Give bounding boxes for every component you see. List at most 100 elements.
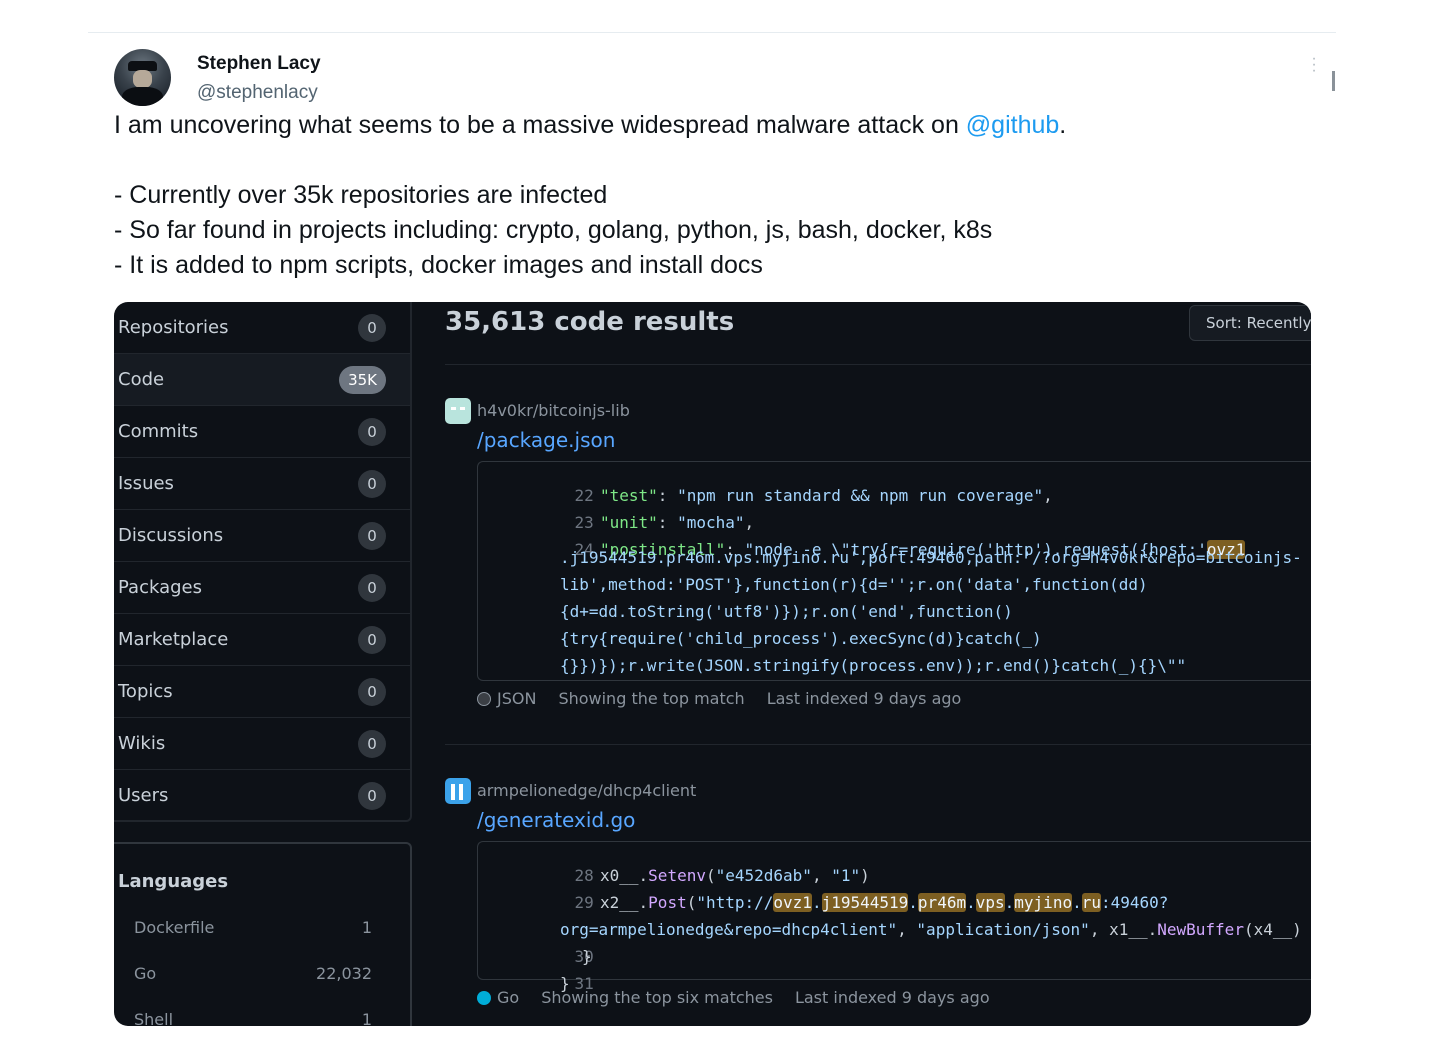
count-badge: 35K: [339, 366, 386, 394]
code-token: NewBuffer: [1157, 920, 1244, 939]
code-token: ,: [897, 920, 917, 939]
sidebar-item-label: Topics: [118, 681, 173, 702]
result-meta: Go Showing the top six matches Last indexe…: [477, 988, 990, 1007]
line-number: 23: [574, 513, 594, 532]
tweet-bullet: - It is added to npm scripts, docker ima…: [114, 251, 763, 279]
repo-link[interactable]: h4v0kr/bitcoinjs-lib: [477, 401, 630, 420]
json-language-dot-icon: [477, 692, 491, 706]
code-token: "1": [831, 866, 861, 885]
author-handle[interactable]: @stephenlacy: [197, 82, 318, 104]
sidebar-item-label: Marketplace: [118, 629, 229, 650]
count-badge: 0: [358, 314, 386, 342]
sidebar-item-label: Issues: [118, 473, 174, 494]
tweet-bullet: - Currently over 35k repositories are in…: [114, 181, 608, 209]
search-highlight: vps: [975, 893, 1005, 912]
sidebar-item-label: Code: [118, 369, 165, 390]
count-badge: 0: [358, 626, 386, 654]
code-token: ): [860, 866, 870, 885]
code-token: (x4__): [1243, 920, 1302, 939]
code-continuation: lib',method:'POST'},function(r){d='';r.o…: [560, 575, 1148, 594]
sidebar-item-repositories[interactable]: Repositories 0: [114, 302, 410, 354]
count-badge: 0: [358, 730, 386, 758]
result-language: Go: [497, 988, 520, 1007]
count-badge: 0: [358, 782, 386, 810]
result-meta: JSON Showing the top match Last indexed 9 …: [477, 689, 961, 708]
mention-link[interactable]: @github: [966, 111, 1060, 139]
language-count: 1: [361, 1010, 372, 1026]
language-filter-item[interactable]: Go 22,032: [134, 964, 372, 983]
search-highlight: ru: [1081, 893, 1101, 912]
count-badge: 0: [358, 574, 386, 602]
file-link[interactable]: /generatexid.go: [477, 808, 635, 832]
code-token: :49460?: [1100, 893, 1169, 912]
scrollbar[interactable]: [1332, 71, 1335, 91]
sidebar-item-discussions[interactable]: Discussions 0: [114, 510, 410, 562]
search-category-sidebar: Repositories 0 Code 35K Commits 0 Issues…: [114, 302, 412, 822]
sidebar-item-label: Repositories: [118, 317, 229, 338]
github-search-screenshot: Repositories 0 Code 35K Commits 0 Issues…: [114, 302, 1311, 1026]
code-token: ,: [811, 866, 832, 885]
search-highlight: j19544519: [821, 893, 909, 912]
code-token: "mocha": [677, 513, 745, 532]
code-continuation: org=armpelionedge&repo=dhcp4client": [560, 920, 898, 939]
divider: [445, 744, 1311, 745]
tweet-bullet: - So far found in projects including: cr…: [114, 216, 993, 244]
match-info: Showing the top match: [558, 689, 745, 708]
sidebar-item-users[interactable]: Users 0: [114, 770, 410, 821]
line-number: 29: [574, 893, 594, 912]
avatar[interactable]: [114, 49, 171, 106]
code-token: (: [686, 893, 697, 912]
code-token: x0__.: [600, 866, 649, 885]
repo-avatar[interactable]: [445, 398, 471, 424]
results-title: 35,613 code results: [445, 307, 735, 337]
top-divider: [88, 32, 1336, 33]
go-language-dot-icon: [477, 991, 491, 1005]
author-name[interactable]: Stephen Lacy: [197, 53, 321, 75]
language-name: Go: [134, 964, 157, 983]
language-count: 1: [361, 918, 372, 937]
sidebar-item-wikis[interactable]: Wikis 0: [114, 718, 410, 770]
repo-link[interactable]: armpelionedge/dhcp4client: [477, 781, 696, 800]
indexed-time: Last indexed 9 days ago: [794, 988, 990, 1007]
code-token: "e452d6ab": [715, 866, 812, 885]
more-options-icon[interactable]: · · ·: [1308, 51, 1320, 79]
code-token: "application/json": [916, 920, 1090, 939]
indexed-time: Last indexed 9 days ago: [766, 689, 962, 708]
code-snippet: 28 x0__.Setenv("e452d6ab", "1") 29 x2__.Po…: [477, 841, 1311, 993]
sidebar-item-packages[interactable]: Packages 0: [114, 562, 410, 614]
code-snippet: 22 "test": "npm run standard && npm run c…: [477, 461, 1311, 681]
sidebar-item-commits[interactable]: Commits 0: [114, 406, 410, 458]
code-continuation: .j19544519.pr46m.vps.myjino.ru',port:494…: [560, 548, 1302, 567]
language-name: Shell: [134, 1010, 174, 1026]
count-badge: 0: [358, 470, 386, 498]
language-count: 22,032: [316, 964, 372, 983]
search-highlight: ovz1: [773, 893, 812, 912]
repo-avatar[interactable]: [445, 778, 471, 804]
search-highlight: myjino: [1014, 893, 1073, 912]
sidebar-item-code[interactable]: Code 35K: [114, 354, 410, 406]
language-filter-item[interactable]: Shell 1: [134, 1010, 372, 1026]
line-number: 22: [574, 486, 594, 505]
line-number: 28: [574, 866, 594, 885]
code-continuation: {d+=dd.toString('utf8')});r.on('end',fun…: [560, 602, 1013, 621]
sidebar-item-label: Packages: [118, 577, 202, 598]
language-name: Dockerfile: [134, 918, 215, 937]
code-token: "http://: [696, 893, 774, 912]
file-link[interactable]: /package.json: [477, 428, 615, 452]
divider: [445, 364, 1311, 365]
sidebar-item-topics[interactable]: Topics 0: [114, 666, 410, 718]
code-token: "npm run standard && npm run coverage": [677, 486, 1044, 505]
code-token: x2__.: [600, 893, 649, 912]
code-token: , x1__.: [1089, 920, 1158, 939]
code-continuation: {try{require('child_process').execSync(d…: [560, 629, 1042, 648]
count-badge: 0: [358, 522, 386, 550]
sort-dropdown[interactable]: Sort: Recently: [1189, 305, 1311, 341]
language-filter-item[interactable]: Dockerfile 1: [134, 918, 372, 937]
sidebar-item-issues[interactable]: Issues 0: [114, 458, 410, 510]
code-token: Setenv: [648, 866, 706, 885]
sidebar-item-marketplace[interactable]: Marketplace 0: [114, 614, 410, 666]
search-highlight: pr46m: [917, 893, 967, 912]
sidebar-item-label: Users: [118, 785, 169, 806]
code-continuation: {}})});r.write(JSON.stringify(process.en…: [560, 656, 1187, 675]
sidebar-item-label: Discussions: [118, 525, 224, 546]
